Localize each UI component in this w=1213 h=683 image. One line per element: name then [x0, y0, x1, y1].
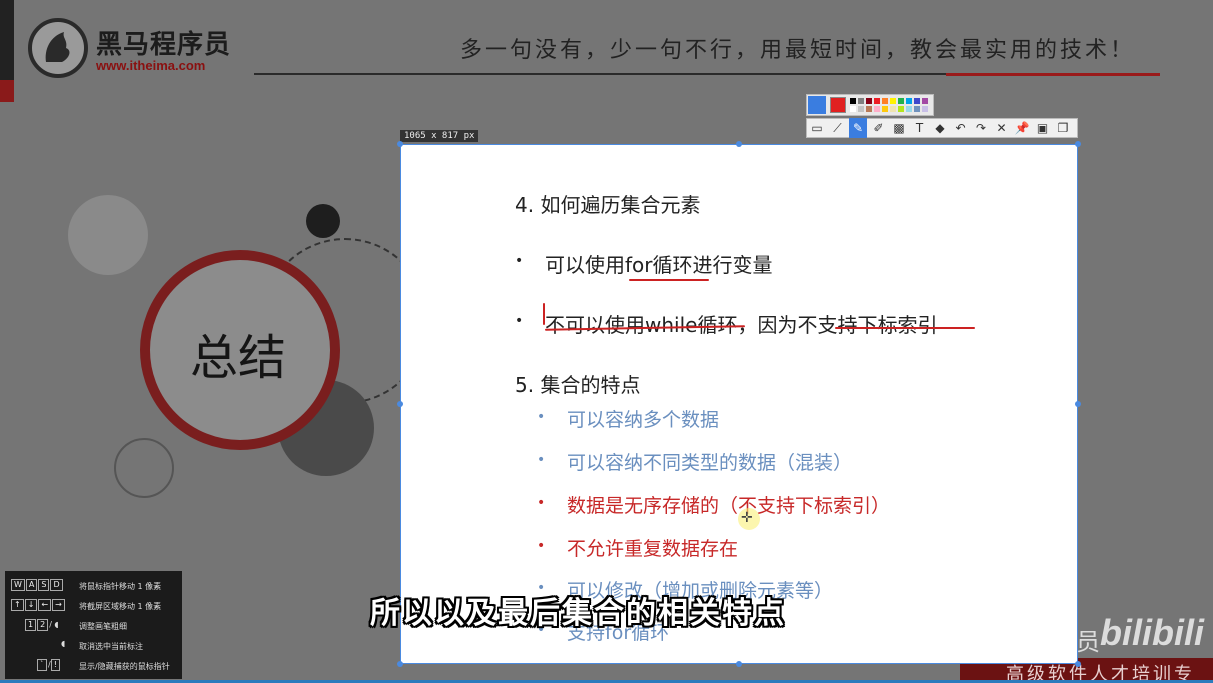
decor-dot [306, 204, 340, 238]
color-swatch[interactable] [906, 106, 912, 112]
item-for-loop: 可以使用for循环进行变量 [545, 253, 773, 277]
resize-handle[interactable] [397, 141, 403, 147]
line-tool-icon[interactable]: ⟋ [829, 118, 847, 138]
shortcut-desc: 取消选中当前标注 [79, 642, 143, 651]
feature-item: 可以容纳多个数据 [567, 409, 720, 431]
color-picker-button[interactable] [808, 96, 826, 114]
bullet-dot: • [515, 313, 524, 329]
cancel-tool-icon[interactable]: ✕ [993, 118, 1011, 138]
annotation-underline [629, 279, 709, 281]
color-swatch[interactable] [858, 106, 864, 112]
shortcut-desc: 显示/隐藏捕获的鼠标指针 [79, 662, 170, 671]
bullet-dot: • [537, 538, 546, 554]
pen-tool-icon[interactable]: ✎ [849, 118, 867, 138]
video-subtitle: 所以以及最后集合的相关特点 [370, 596, 786, 631]
capture-region[interactable]: 4. 如何遍历集合元素 • 可以使用for循环进行变量 • 不可以使用while… [400, 144, 1078, 664]
resize-handle[interactable] [1075, 141, 1081, 147]
color-swatch[interactable] [882, 106, 888, 112]
shortcut-desc: 将鼠标指针移动 1 像素 [79, 582, 162, 591]
mouse-icon: ◖ [61, 639, 66, 648]
resize-handle[interactable] [397, 661, 403, 667]
annotation-strike [835, 327, 975, 329]
color-swatch[interactable] [866, 106, 872, 112]
slogan: 多一句没有，少一句不行，用最短时间，教会最实用的技术！ [460, 38, 1136, 63]
rectangle-tool-icon[interactable]: ▭ [808, 118, 826, 138]
save-tool-icon[interactable]: ▣ [1034, 118, 1052, 138]
resize-handle[interactable] [736, 141, 742, 147]
crosshair-cursor-icon: ✛ [741, 510, 753, 526]
color-swatch[interactable] [914, 98, 920, 104]
color-swatch[interactable] [914, 106, 920, 112]
watermark-pre: 员 [1076, 628, 1100, 656]
keys-wasd: WASD [11, 579, 64, 591]
shortcut-help-panel: WASD 将鼠标指针移动 1 像素 ↑ ↓ ← → 将截屏区域移动 1 像素 1 2/ … [5, 571, 182, 679]
summary-title: 总结 [190, 330, 287, 386]
shortcut-desc: 调整画笔粗细 [79, 622, 127, 631]
bullet-dot: • [515, 253, 524, 269]
decor-ring [114, 438, 174, 498]
capture-size-label: 1065 x 817 px [400, 130, 479, 142]
resize-handle[interactable] [736, 661, 742, 667]
color-swatch[interactable] [906, 98, 912, 104]
color-swatch[interactable] [890, 98, 896, 104]
color-swatch[interactable] [874, 98, 880, 104]
color-swatch[interactable] [850, 98, 856, 104]
current-color-swatch[interactable] [830, 97, 846, 113]
keys-pointer: ` /! [37, 659, 61, 671]
color-swatch[interactable] [866, 98, 872, 104]
color-swatch[interactable] [898, 106, 904, 112]
heading-iterate: 4. 如何遍历集合元素 [515, 193, 701, 217]
bullet-dot: • [537, 452, 546, 468]
text-tool-icon[interactable]: T [911, 118, 929, 138]
color-swatch[interactable] [922, 98, 928, 104]
bullet-dot: • [537, 495, 546, 511]
logo-horse-icon [28, 18, 88, 78]
header-red-accent [946, 73, 1160, 76]
resize-handle[interactable] [397, 401, 403, 407]
marker-tool-icon[interactable]: ✐ [870, 118, 888, 138]
color-swatch[interactable] [922, 106, 928, 112]
bullet-dot: • [537, 409, 546, 425]
keys-brush: 1 2/ ◖ [25, 619, 59, 631]
annotation-mark [543, 303, 545, 325]
item-while-loop: 不可以使用while循环，因为不支持下标索引 [545, 313, 938, 337]
color-swatch[interactable] [882, 98, 888, 104]
pin-tool-icon[interactable]: 📌 [1013, 118, 1031, 138]
shortcut-desc: 将截屏区域移动 1 像素 [79, 602, 162, 611]
left-red-accent [0, 80, 14, 102]
keys-arrows: ↑ ↓ ← → [11, 599, 66, 611]
feature-item: 不允许重复数据存在 [567, 538, 739, 560]
mouse-icon: / ◖ [49, 620, 59, 629]
feature-item: 可以容纳不同类型的数据（混装） [567, 452, 853, 474]
color-swatch[interactable] [850, 106, 856, 112]
color-swatch[interactable] [874, 106, 880, 112]
feature-item: 数据是无序存储的（不支持下标索引） [567, 495, 891, 517]
undo-tool-icon[interactable]: ↶ [952, 118, 970, 138]
decor-circle [68, 195, 148, 275]
color-swatch[interactable] [858, 98, 864, 104]
mosaic-tool-icon[interactable]: ▩ [890, 118, 908, 138]
resize-handle[interactable] [1075, 661, 1081, 667]
heading-features: 5. 集合的特点 [515, 373, 641, 397]
bilibili-watermark: bilibili [1100, 612, 1204, 653]
copy-tool-icon[interactable]: ❐ [1054, 118, 1072, 138]
color-swatch[interactable] [898, 98, 904, 104]
brand-name: 黑马程序员 [96, 30, 232, 60]
redo-tool-icon[interactable]: ↷ [972, 118, 990, 138]
eraser-tool-icon[interactable]: ◆ [931, 118, 949, 138]
brand-url: www.itheima.com [96, 58, 206, 73]
resize-handle[interactable] [1075, 401, 1081, 407]
color-swatch[interactable] [890, 106, 896, 112]
